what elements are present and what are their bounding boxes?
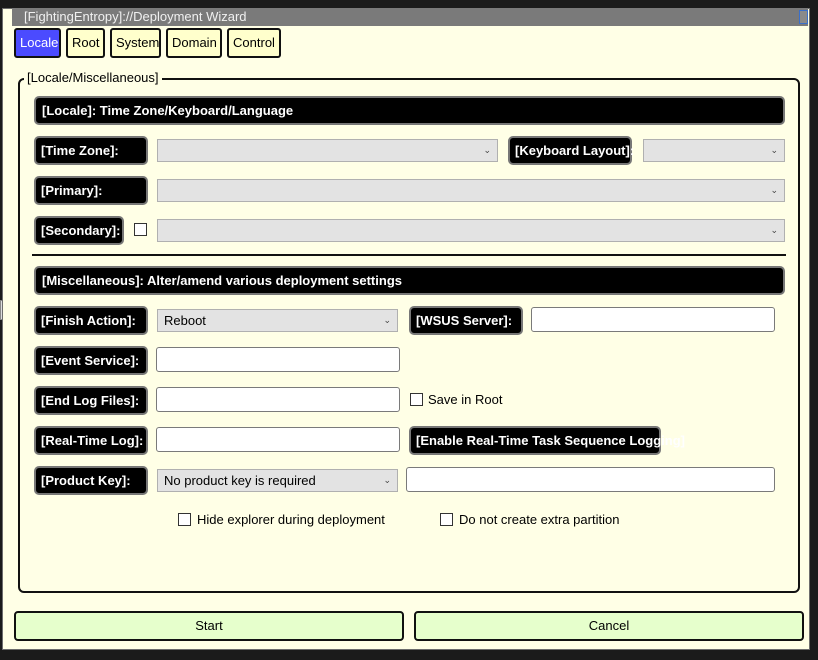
primary-language-dropdown[interactable]: ⌄ [157, 179, 785, 202]
save-in-root-label: Save in Root [428, 392, 503, 407]
section-divider [32, 254, 786, 256]
product-key-mode-dropdown[interactable]: No product key is required ⌄ [157, 469, 398, 492]
no-extra-partition-label: Do not create extra partition [459, 512, 620, 527]
event-service-label: [Event Service]: [34, 346, 148, 375]
end-log-files-label: [End Log Files]: [34, 386, 148, 415]
tab-locale[interactable]: Locale [14, 28, 61, 58]
chevron-down-icon: ⌄ [770, 225, 778, 235]
chevron-down-icon: ⌄ [383, 315, 391, 325]
realtime-log-input[interactable] [156, 427, 400, 452]
save-in-root-checkbox[interactable] [410, 393, 423, 406]
finish-action-label: [Finish Action]: [34, 306, 148, 335]
no-extra-partition-checkbox[interactable] [440, 513, 453, 526]
groupbox-title: [Locale/Miscellaneous] [24, 70, 162, 86]
locale-section-header: [Locale]: Time Zone/Keyboard/Language [34, 96, 785, 125]
secondary-language-checkbox[interactable] [134, 223, 147, 236]
tab-domain[interactable]: Domain [166, 28, 222, 58]
titlebar-accent [799, 10, 808, 24]
misc-section-header: [Miscellaneous]: Alter/amend various dep… [34, 266, 785, 295]
chevron-down-icon: ⌄ [770, 185, 778, 195]
enable-realtime-logging-toggle[interactable]: [Enable Real-Time Task Sequence Logging] [409, 426, 685, 455]
tab-control[interactable]: Control [227, 28, 281, 58]
chevron-down-icon: ⌄ [383, 475, 391, 485]
cancel-button[interactable]: Cancel [414, 611, 804, 641]
window-title[interactable]: [FightingEntropy]://Deployment Wizard [12, 8, 808, 26]
hide-explorer-checkbox[interactable] [178, 513, 191, 526]
end-log-files-input[interactable] [156, 387, 400, 412]
secondary-language-dropdown[interactable]: ⌄ [157, 219, 785, 242]
realtime-log-label: [Real-Time Log]: [34, 426, 148, 455]
finish-action-dropdown[interactable]: Reboot ⌄ [157, 309, 398, 332]
product-key-mode-value: No product key is required [164, 473, 316, 488]
keyboard-layout-label: [Keyboard Layout]: [508, 136, 634, 165]
tab-system[interactable]: System [110, 28, 161, 58]
product-key-label: [Product Key]: [34, 466, 148, 495]
chevron-down-icon: ⌄ [483, 145, 491, 155]
start-button[interactable]: Start [14, 611, 404, 641]
product-key-input[interactable] [406, 467, 775, 492]
hide-explorer-label: Hide explorer during deployment [197, 512, 385, 527]
time-zone-label: [Time Zone]: [34, 136, 148, 165]
finish-action-value: Reboot [164, 313, 206, 328]
time-zone-dropdown[interactable]: ⌄ [157, 139, 498, 162]
wsus-server-input[interactable] [531, 307, 775, 332]
chevron-down-icon: ⌄ [770, 145, 778, 155]
event-service-input[interactable] [156, 347, 400, 372]
secondary-language-label: [Secondary]: [34, 216, 124, 245]
tab-root[interactable]: Root [66, 28, 105, 58]
keyboard-layout-dropdown[interactable]: ⌄ [643, 139, 785, 162]
primary-language-label: [Primary]: [34, 176, 148, 205]
wsus-server-label: [WSUS Server]: [409, 306, 523, 335]
